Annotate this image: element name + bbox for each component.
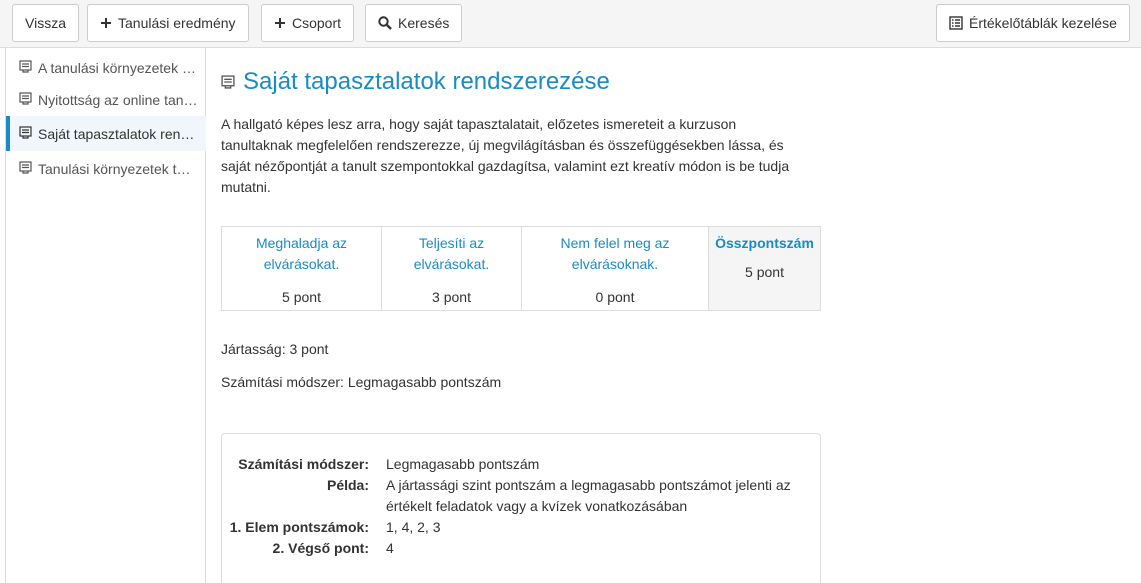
search-button[interactable]: Keresés [365,4,463,42]
item-scores-value: 1, 4, 2, 3 [386,519,441,535]
final-score-key: 2. Végső pont: [272,540,369,556]
outcome-description: A hallgató képes lesz arra, hogy saját t… [221,116,790,195]
search-label: Keresés [398,15,450,31]
manage-rubrics-button[interactable]: Értékelőtáblák kezelése [936,4,1130,42]
back-button[interactable]: Vissza [12,4,79,42]
sidebar-item-label: A tanulási környezetek létrehozása [38,59,198,76]
toolbar: Vissza Tanulási eredmény Csoport Keresés… [0,0,1141,48]
sidebar-item-4[interactable]: Tanulási környezetek tervezése [6,151,206,186]
search-icon [378,16,392,30]
example-key: Példa: [326,477,369,493]
plus-icon [274,17,286,29]
back-button-label: Vissza [25,15,66,31]
criterion-total: Összpontszám 5 pont [709,227,820,310]
page-scrollbar[interactable] [1137,48,1141,583]
criterion-points: 3 pont [432,289,471,305]
criterion-points: 5 pont [282,289,321,305]
add-group-button[interactable]: Csoport [261,4,355,42]
page-title-text: Saját tapasztalatok rendszerezése [243,68,610,95]
document-icon [19,59,32,76]
item-scores-key: 1. Elem pontszámok: [229,519,369,535]
add-group-label: Csoport [292,15,342,31]
sidebar-item-label: Tanulási környezetek tervezése [38,160,198,177]
list-icon [949,16,963,30]
criterion-label: Meghaladja az elvárásokat. [255,235,348,272]
criterion-label: Nem felel meg az elvárásoknak. [560,235,670,272]
page-title: Saját tapasztalatok rendszerezése [221,68,610,96]
criterion-exceeds: Meghaladja az elvárásokat. 5 pont [222,227,382,310]
document-icon [19,125,32,142]
calculation-method: Számítási módszer: Legmagasabb pontszám [221,374,502,390]
document-icon [19,91,32,108]
add-outcome-button[interactable]: Tanulási eredmény [87,4,249,42]
manage-rubrics-label: Értékelőtáblák kezelése [969,15,1117,31]
sidebar-item-label: Saját tapasztalatok rendszerezése [38,125,198,142]
total-points: 5 pont [745,264,784,280]
example-value: A jártassági szint pontszám a legmagasab… [386,477,791,514]
sidebar-item-3[interactable]: Saját tapasztalatok rendszerezése [6,116,206,151]
add-outcome-label: Tanulási eredmény [118,15,236,31]
total-label: Összpontszám [715,235,814,251]
sidebar-item-2[interactable]: Nyitottság az online tanulásra [6,82,206,117]
criterion-label: Teljesíti az elvárásokat. [413,235,490,272]
final-score-value: 4 [386,540,394,556]
mastery-points: Jártasság: 3 pont [221,341,329,357]
criterion-does-not-meet: Nem felel meg az elvárásoknak. 0 pont [522,227,709,310]
rubric-table: Meghaladja az elvárásokat. 5 pont Teljes… [221,226,821,311]
plus-icon [100,17,112,29]
outcomes-sidebar: A tanulási környezetek létrehozása Nyito… [5,48,206,583]
method-value: Legmagasabb pontszám [386,456,540,472]
method-key: Számítási módszer: [238,456,369,472]
sidebar-item-label: Nyitottság az online tanulásra [38,91,198,108]
criterion-points: 0 pont [595,289,635,305]
sidebar-item-1[interactable]: A tanulási környezetek létrehozása [6,50,206,85]
document-icon [19,160,32,177]
outcome-detail: Saját tapasztalatok rendszerezése A hall… [207,48,1141,583]
criterion-meets: Teljesíti az elvárásokat. 3 pont [382,227,522,310]
calculation-example-box: Számítási módszer: Legmagasabb pontszám … [221,433,821,583]
document-icon [221,68,235,96]
